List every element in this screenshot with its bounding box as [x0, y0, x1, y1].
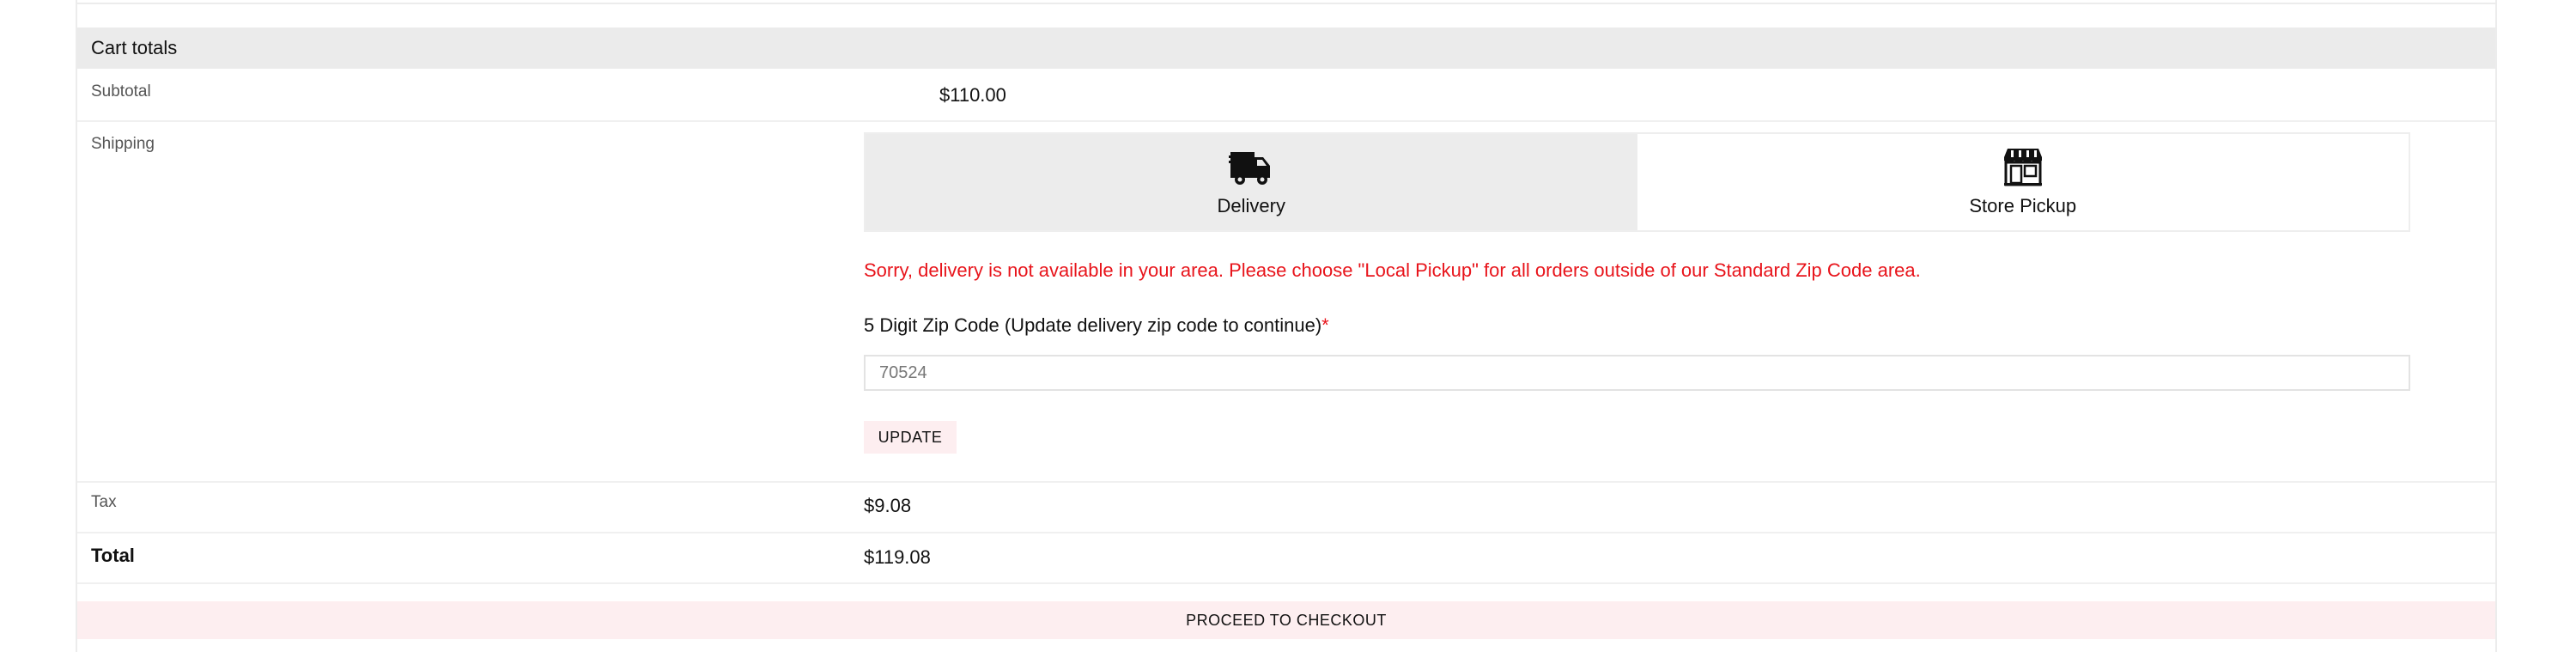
row-divider: [77, 120, 2495, 122]
page: Cart totals Subtotal $110.00 Shipping De…: [0, 0, 2576, 652]
delivery-error-message: Sorry, delivery is not available in your…: [864, 259, 1921, 281]
delivery-truck-icon: [1229, 147, 1273, 186]
cart-totals-header: Cart totals: [77, 27, 2495, 69]
tax-label: Tax: [91, 493, 117, 511]
row-divider: [77, 582, 2495, 584]
subtotal-value: $110.00: [939, 84, 1006, 106]
row-divider: [77, 481, 2495, 483]
cart-totals-panel: Cart totals Subtotal $110.00 Shipping De…: [76, 0, 2497, 652]
zip-code-input[interactable]: [864, 355, 2410, 391]
proceed-to-checkout-button[interactable]: PROCEED TO CHECKOUT: [77, 601, 2495, 639]
update-zip-button[interactable]: UPDATE: [864, 421, 957, 454]
top-divider: [77, 3, 2495, 4]
shipping-option-store-pickup[interactable]: Store Pickup: [1637, 134, 2409, 230]
zip-code-label-text: 5 Digit Zip Code (Update delivery zip co…: [864, 314, 1322, 336]
storefront-icon: [2001, 147, 2045, 186]
cart-totals-title: Cart totals: [91, 37, 178, 58]
row-divider: [77, 532, 2495, 533]
tax-value: $9.08: [864, 495, 912, 516]
shipping-method-selector: Delivery Store Pickup: [864, 132, 2410, 232]
shipping-option-label: Delivery: [1217, 195, 1285, 216]
total-value: $119.08: [864, 546, 931, 568]
subtotal-label: Subtotal: [91, 82, 151, 101]
shipping-option-label: Store Pickup: [1969, 195, 2077, 216]
shipping-label: Shipping: [91, 135, 155, 153]
required-marker: *: [1321, 314, 1329, 336]
zip-code-label: 5 Digit Zip Code (Update delivery zip co…: [864, 314, 1329, 337]
shipping-option-delivery[interactable]: Delivery: [866, 134, 1637, 230]
total-label: Total: [91, 545, 135, 566]
